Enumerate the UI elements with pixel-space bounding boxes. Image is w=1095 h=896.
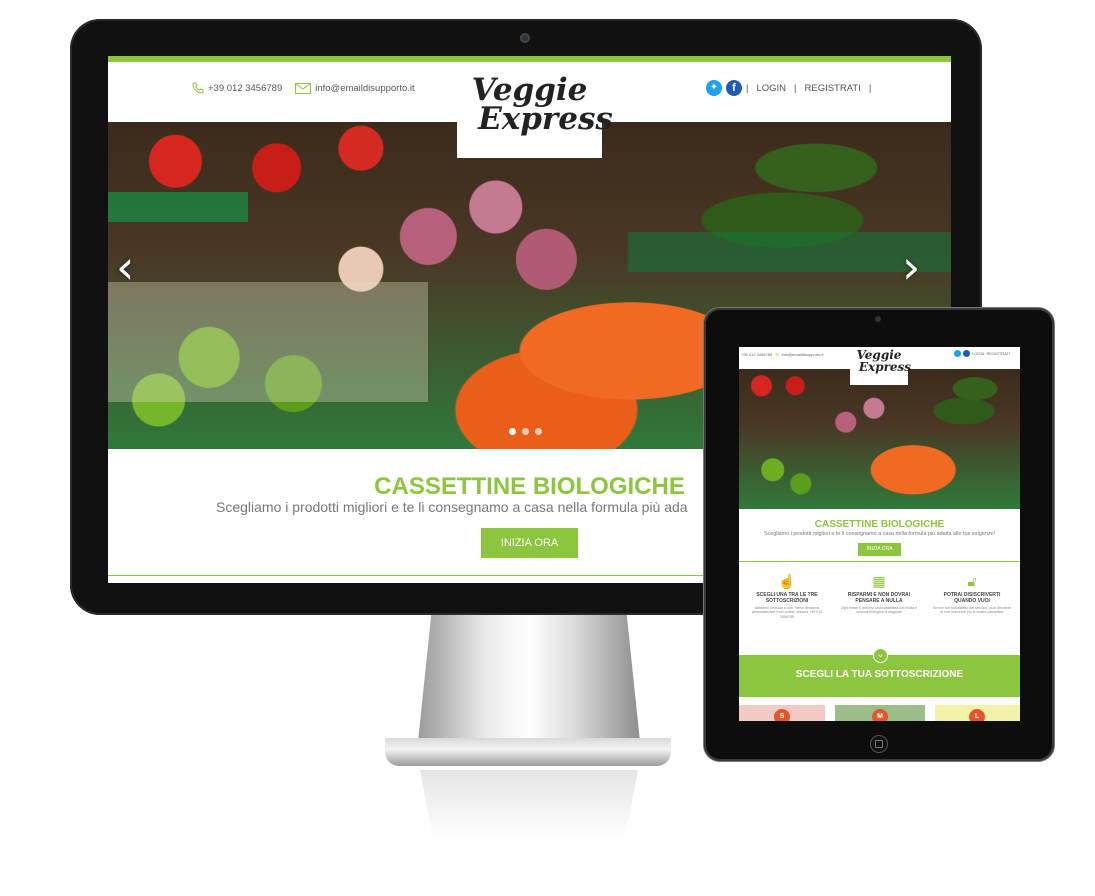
plan-badge: M bbox=[872, 709, 888, 721]
plan-card-l[interactable]: L bbox=[935, 705, 1020, 721]
tablet-hero-title: CASSETTINE BIOLOGICHE bbox=[814, 519, 945, 530]
monitor-stand-base bbox=[385, 738, 671, 766]
feature-item: ☝ SCEGLI UNA TRA LE TRE SOTTOSCRIZIONI A… bbox=[747, 573, 827, 619]
monitor-stand bbox=[418, 614, 640, 742]
separator: | bbox=[794, 82, 797, 94]
feature-desc: Se non sei soddisfatto del servizio, puo… bbox=[933, 606, 1011, 615]
plan-card-s[interactable]: S bbox=[739, 705, 825, 721]
tablet-login-link[interactable]: LOGIN bbox=[972, 351, 984, 356]
header-phone[interactable]: +39 012 3456789 bbox=[208, 83, 282, 94]
phone-icon bbox=[192, 82, 204, 94]
tablet-email[interactable]: info@emaildisupporto.it bbox=[782, 352, 824, 357]
register-link[interactable]: REGISTRATI bbox=[805, 83, 861, 94]
header-email[interactable]: info@emaildisupporto.it bbox=[315, 83, 414, 94]
slider-dot[interactable] bbox=[522, 428, 529, 435]
facebook-icon[interactable]: f bbox=[726, 80, 742, 96]
stand-reflection bbox=[420, 770, 638, 840]
monitor-camera-icon bbox=[520, 33, 530, 43]
home-button-icon bbox=[875, 740, 883, 748]
tablet-register-link[interactable]: REGISTRATI bbox=[986, 351, 1010, 356]
login-link[interactable]: LOGIN bbox=[756, 83, 786, 94]
crate-shape bbox=[108, 192, 248, 222]
separator: | bbox=[746, 82, 749, 94]
twitter-icon[interactable]: ✦ bbox=[706, 80, 722, 96]
chevron-down-icon[interactable]: ⌄ bbox=[873, 648, 888, 663]
tablet-logo[interactable]: Veggie Express bbox=[850, 347, 911, 385]
plan-badge: S bbox=[774, 709, 790, 721]
header-account: ✦ f | LOGIN | REGISTRATI | bbox=[706, 80, 871, 96]
feature-title: SCEGLI UNA TRA LE TRE SOTTOSCRIZIONI bbox=[756, 592, 818, 604]
start-now-button[interactable]: INIZIA ORA bbox=[481, 528, 578, 558]
cardboard-box-shape bbox=[108, 282, 428, 402]
feature-desc: Ogni mese ti arriverà una cassettina con… bbox=[840, 606, 918, 615]
touch-icon: ☝ bbox=[778, 573, 796, 589]
tablet-divider bbox=[739, 561, 1020, 562]
feature-title: POTRAI DISISCRIVERTI QUANDO VUOI bbox=[943, 592, 1001, 604]
slider-dot[interactable] bbox=[535, 428, 542, 435]
tablet-device: +39 012 3456789 ✉ info@emaildisupporto.i… bbox=[704, 308, 1054, 761]
logo-line-1: Veggie bbox=[471, 72, 588, 108]
plan-card-m[interactable]: M bbox=[835, 705, 925, 721]
subscription-band-title: SCEGLI LA TUA SOTTOSCRIZIONE bbox=[795, 669, 964, 680]
facebook-icon[interactable] bbox=[963, 350, 970, 357]
site-logo[interactable]: Veggie Express bbox=[457, 62, 613, 158]
tablet-start-now-button[interactable]: INIZIA ORA bbox=[858, 543, 901, 556]
slider-next-arrow[interactable]: › bbox=[902, 244, 920, 290]
tablet-logo-line-2: Express bbox=[858, 360, 912, 374]
feature-desc: Abbiamo pensato a tutti, meno deciderai … bbox=[751, 606, 823, 619]
tablet-hero-image bbox=[739, 369, 1020, 509]
slider-dots bbox=[509, 428, 542, 435]
email-icon bbox=[295, 82, 312, 94]
tablet-header-contacts: +39 012 3456789 ✉ info@emaildisupporto.i… bbox=[741, 352, 823, 357]
tablet-phone[interactable]: +39 012 3456789 bbox=[741, 352, 772, 357]
separator: | bbox=[868, 82, 872, 94]
tablet-camera-icon bbox=[875, 316, 881, 322]
tablet-screen: +39 012 3456789 ✉ info@emaildisupporto.i… bbox=[739, 347, 1020, 721]
feature-item: ▦ RISPARMI E NON DOVRAI PENSARE A NULLA … bbox=[839, 573, 919, 615]
slider-prev-arrow[interactable]: ‹ bbox=[116, 244, 134, 290]
feature-item: 🔓︎ POTRAI DISISCRIVERTI QUANDO VUOI Se n… bbox=[932, 573, 1012, 615]
feature-title: RISPARMI E NON DOVRAI PENSARE A NULLA bbox=[847, 592, 911, 604]
tablet-email-icon: ✉ bbox=[775, 352, 779, 357]
plan-badge: L bbox=[969, 709, 985, 721]
lock-icon: 🔓︎ bbox=[967, 573, 977, 589]
tablet-header-account: LOGIN REGISTRATI bbox=[954, 350, 1010, 357]
slider-dot[interactable] bbox=[509, 428, 516, 435]
twitter-icon[interactable] bbox=[954, 350, 961, 357]
calendar-icon: ▦ bbox=[872, 573, 886, 589]
header-contacts: +39 012 3456789 info@emaildisupporto.it bbox=[192, 82, 415, 94]
logo-line-2: Express bbox=[478, 101, 613, 137]
tablet-hero-subtitle: Scegliamo i prodotti migliori e te li co… bbox=[763, 531, 996, 537]
